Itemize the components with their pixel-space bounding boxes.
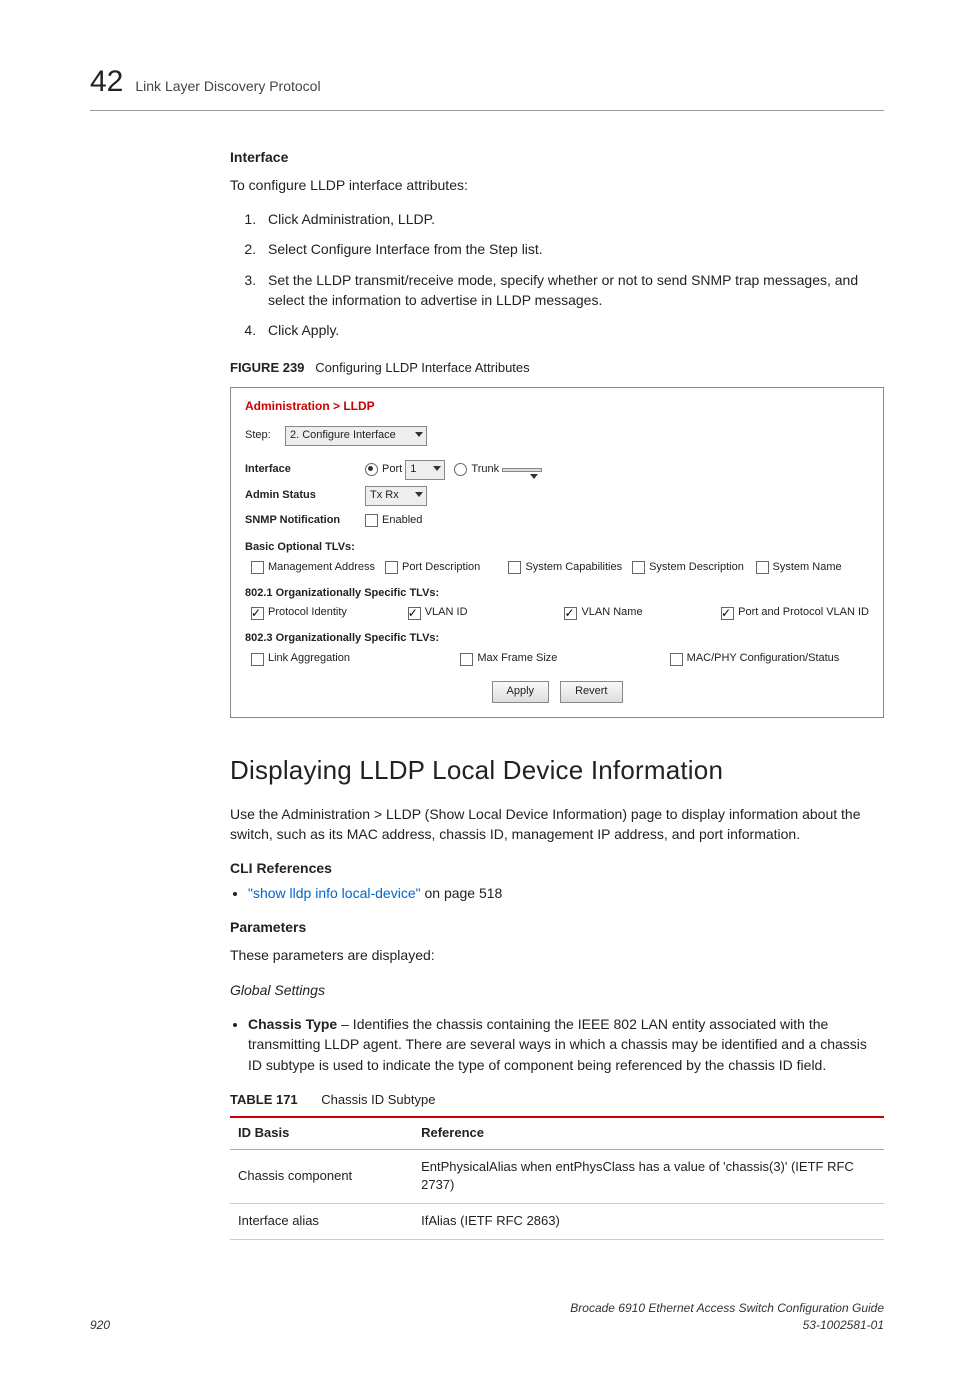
- table-title: Chassis ID Subtype: [321, 1092, 435, 1107]
- doc-number: 53-1002581-01: [570, 1317, 884, 1334]
- doc-title: Brocade 6910 Ethernet Access Switch Conf…: [570, 1300, 884, 1317]
- cli-references-heading: CLI References: [230, 858, 884, 878]
- interface-label: Interface: [245, 462, 365, 478]
- parameters-heading: Parameters: [230, 917, 884, 937]
- sys-cap-label: System Capabilities: [525, 560, 622, 576]
- chassis-type-lead: Chassis Type: [248, 1016, 337, 1032]
- snmp-notif-label: SNMP Notification: [245, 513, 365, 529]
- port-radio[interactable]: [365, 463, 378, 476]
- figure-title: Configuring LLDP Interface Attributes: [315, 360, 529, 375]
- trunk-select[interactable]: [502, 468, 542, 472]
- cli-ref-suffix: on page 518: [421, 885, 503, 901]
- table-head-col2: Reference: [413, 1117, 884, 1149]
- mac-phy-label: MAC/PHY Configuration/Status: [687, 651, 840, 667]
- link-agg-checkbox[interactable]: [251, 653, 264, 666]
- apply-button[interactable]: Apply: [492, 681, 550, 703]
- port-select[interactable]: 1: [405, 460, 445, 480]
- chassis-type-bullet: Chassis Type – Identifies the chassis co…: [248, 1014, 884, 1075]
- table-cell: Chassis component: [230, 1149, 413, 1204]
- step-item: Select Configure Interface from the Step…: [260, 239, 884, 259]
- step-item: Set the LLDP transmit/receive mode, spec…: [260, 270, 884, 311]
- sys-desc-checkbox[interactable]: [632, 561, 645, 574]
- step-item: Click Administration, LLDP.: [260, 209, 884, 229]
- vlan-name-checkbox[interactable]: [564, 607, 577, 620]
- admin-status-select[interactable]: Tx Rx: [365, 486, 427, 506]
- parameters-intro: These parameters are displayed:: [230, 945, 884, 965]
- table-label: TABLE 171: [230, 1092, 298, 1107]
- dot1-heading: 802.1 Organizationally Specific TLVs:: [245, 586, 869, 602]
- table-row: Interface alias IfAlias (IETF RFC 2863): [230, 1204, 884, 1240]
- port-desc-checkbox[interactable]: [385, 561, 398, 574]
- trunk-label: Trunk: [471, 462, 499, 478]
- port-label: Port: [382, 462, 402, 478]
- cli-ref-link[interactable]: "show lldp info local-device": [248, 885, 421, 901]
- display-lldp-intro: Use the Administration > LLDP (Show Loca…: [230, 804, 884, 845]
- interface-steps: Click Administration, LLDP. Select Confi…: [230, 209, 884, 340]
- vlan-name-label: VLAN Name: [581, 605, 642, 621]
- table-cell: IfAlias (IETF RFC 2863): [413, 1204, 884, 1240]
- vlan-id-label: VLAN ID: [425, 605, 468, 621]
- port-desc-label: Port Description: [402, 560, 480, 576]
- max-frame-label: Max Frame Size: [477, 651, 557, 667]
- main-content: Interface To configure LLDP interface at…: [230, 147, 884, 1241]
- step-select[interactable]: 2. Configure Interface: [285, 426, 427, 446]
- sys-name-label: System Name: [773, 560, 842, 576]
- interface-intro: To configure LLDP interface attributes:: [230, 175, 884, 195]
- page-number: 920: [90, 1317, 110, 1334]
- cli-ref-item: "show lldp info local-device" on page 51…: [248, 883, 884, 903]
- table-cell: EntPhysicalAlias when entPhysClass has a…: [413, 1149, 884, 1204]
- revert-button[interactable]: Revert: [560, 681, 622, 703]
- mgmt-addr-checkbox[interactable]: [251, 561, 264, 574]
- page-header: 42 Link Layer Discovery Protocol: [90, 60, 884, 111]
- table-cell: Interface alias: [230, 1204, 413, 1240]
- figure-caption: FIGURE 239 Configuring LLDP Interface At…: [230, 359, 884, 378]
- page-footer: 920 Brocade 6910 Ethernet Access Switch …: [90, 1300, 884, 1335]
- table-caption: TABLE 171 Chassis ID Subtype: [230, 1091, 884, 1110]
- port-proto-vlan-checkbox[interactable]: [721, 607, 734, 620]
- step-item: Click Apply.: [260, 320, 884, 340]
- max-frame-checkbox[interactable]: [460, 653, 473, 666]
- chassis-id-table: ID Basis Reference Chassis component Ent…: [230, 1116, 884, 1240]
- proto-identity-checkbox[interactable]: [251, 607, 264, 620]
- chassis-type-text: – Identifies the chassis containing the …: [248, 1016, 867, 1073]
- vlan-id-checkbox[interactable]: [408, 607, 421, 620]
- port-proto-vlan-label: Port and Protocol VLAN ID: [738, 605, 869, 621]
- basic-tlv-heading: Basic Optional TLVs:: [245, 540, 869, 556]
- global-settings-label: Global Settings: [230, 980, 884, 1000]
- table-head-col1: ID Basis: [230, 1117, 413, 1149]
- ui-screenshot: Administration > LLDP Step: 2. Configure…: [230, 387, 884, 718]
- display-lldp-heading: Displaying LLDP Local Device Information: [230, 752, 884, 790]
- sys-name-checkbox[interactable]: [756, 561, 769, 574]
- snmp-enabled-checkbox[interactable]: [365, 514, 378, 527]
- chapter-title: Link Layer Discovery Protocol: [135, 76, 320, 96]
- mgmt-addr-label: Management Address: [268, 560, 375, 576]
- interface-heading: Interface: [230, 147, 884, 167]
- link-agg-label: Link Aggregation: [268, 651, 350, 667]
- figure-label: FIGURE 239: [230, 360, 304, 375]
- proto-identity-label: Protocol Identity: [268, 605, 347, 621]
- mac-phy-checkbox[interactable]: [670, 653, 683, 666]
- enabled-label: Enabled: [382, 513, 422, 529]
- admin-status-label: Admin Status: [245, 488, 365, 504]
- step-label: Step:: [245, 428, 285, 444]
- breadcrumb: Administration > LLDP: [245, 398, 869, 415]
- table-row: Chassis component EntPhysicalAlias when …: [230, 1149, 884, 1204]
- sys-cap-checkbox[interactable]: [508, 561, 521, 574]
- trunk-radio[interactable]: [454, 463, 467, 476]
- chapter-number: 42: [90, 60, 123, 104]
- dot3-heading: 802.3 Organizationally Specific TLVs:: [245, 631, 869, 647]
- sys-desc-label: System Description: [649, 560, 744, 576]
